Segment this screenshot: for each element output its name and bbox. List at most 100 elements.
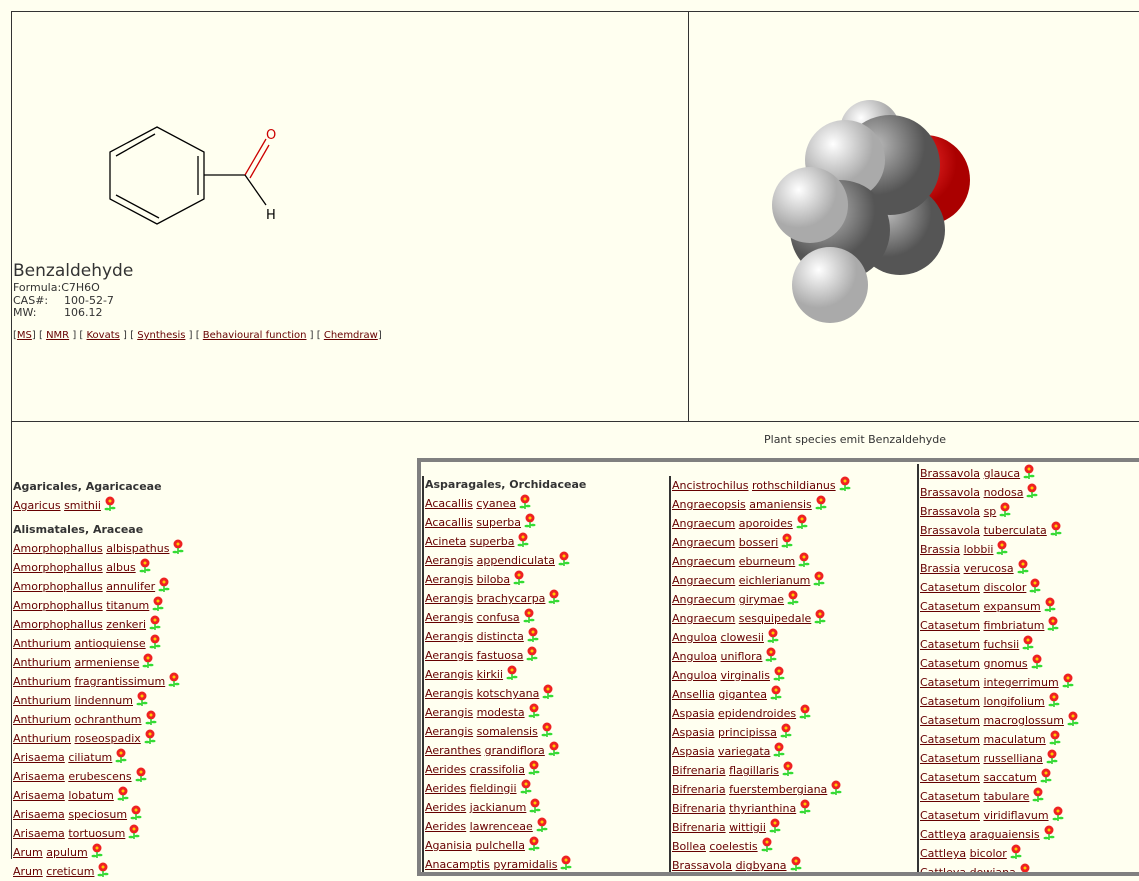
genus-link[interactable]: Bifrenaria [672, 802, 726, 815]
genus-link[interactable]: Aerangis [425, 687, 473, 700]
species-link[interactable]: longifolium [983, 695, 1044, 708]
species-link[interactable]: roseospadix [75, 732, 141, 745]
species-link[interactable]: amaniensis [749, 498, 811, 511]
genus-link[interactable]: Catasetum [920, 638, 980, 651]
genus-link[interactable]: Catasetum [920, 657, 980, 670]
genus-link[interactable]: Catasetum [920, 619, 980, 632]
species-link[interactable]: albus [106, 561, 135, 574]
genus-link[interactable]: Agaricus [13, 499, 61, 512]
species-link[interactable]: erubescens [68, 770, 131, 783]
species-link[interactable]: kirkii [477, 668, 503, 681]
genus-link[interactable]: Amorphophallus [13, 580, 103, 593]
species-link[interactable]: variegata [718, 745, 770, 758]
species-link[interactable]: ochranthum [75, 713, 142, 726]
species-link[interactable]: verucosa [964, 562, 1014, 575]
genus-link[interactable]: Catasetum [920, 600, 980, 613]
genus-link[interactable]: Cattleya [920, 828, 966, 841]
species-link[interactable]: superba [470, 535, 515, 548]
species-link[interactable]: smithii [64, 499, 101, 512]
species-link[interactable]: confusa [477, 611, 520, 624]
genus-link[interactable]: Catasetum [920, 771, 980, 784]
genus-link[interactable]: Brassavola [920, 467, 980, 480]
genus-link[interactable]: Aerangis [425, 649, 473, 662]
species-link[interactable]: tuberculata [984, 524, 1047, 537]
genus-link[interactable]: Aerides [425, 801, 466, 814]
species-link[interactable]: titanum [106, 599, 149, 612]
genus-link[interactable]: Arisaema [13, 808, 65, 821]
species-link[interactable]: wittigii [729, 821, 766, 834]
species-link[interactable]: gigantea [718, 688, 767, 701]
link-chemdraw[interactable]: Chemdraw [324, 330, 378, 341]
species-link[interactable]: speciosum [68, 808, 127, 821]
genus-link[interactable]: Anguloa [672, 669, 717, 682]
species-link[interactable]: cyanea [476, 497, 516, 510]
genus-link[interactable]: Anthurium [13, 637, 71, 650]
species-link[interactable]: digbyana [736, 859, 787, 872]
genus-link[interactable]: Angraecum [672, 574, 735, 587]
genus-link[interactable]: Amorphophallus [13, 542, 103, 555]
species-link[interactable]: grandiflora [485, 744, 545, 757]
genus-link[interactable]: Aerangis [425, 725, 473, 738]
genus-link[interactable]: Cattleya [920, 847, 966, 860]
species-link[interactable]: lobbii [964, 543, 994, 556]
species-link[interactable]: biloba [477, 573, 511, 586]
genus-link[interactable]: Brassia [920, 562, 960, 575]
genus-link[interactable]: Amorphophallus [13, 561, 103, 574]
genus-link[interactable]: Aerangis [425, 668, 473, 681]
genus-link[interactable]: Acacallis [425, 516, 473, 529]
genus-link[interactable]: Arisaema [13, 751, 65, 764]
link-ms[interactable]: MS [17, 330, 32, 341]
genus-link[interactable]: Arisaema [13, 789, 65, 802]
species-link[interactable]: russelliana [983, 752, 1042, 765]
species-link[interactable]: principissa [718, 726, 777, 739]
species-link[interactable]: aporoides [739, 517, 793, 530]
genus-link[interactable]: Aerides [425, 782, 466, 795]
species-link[interactable]: antioquiense [75, 637, 146, 650]
species-link[interactable]: kotschyana [477, 687, 540, 700]
genus-link[interactable]: Brassavola [672, 859, 732, 872]
species-link[interactable]: fuchsii [983, 638, 1019, 651]
species-link[interactable]: coelestis [709, 840, 757, 853]
genus-link[interactable]: Angraecum [672, 612, 735, 625]
species-link[interactable]: fastuosa [477, 649, 524, 662]
genus-link[interactable]: Arisaema [13, 827, 65, 840]
species-link[interactable]: fragrantissimum [75, 675, 166, 688]
species-link[interactable]: appendiculata [477, 554, 555, 567]
species-link[interactable]: modesta [477, 706, 525, 719]
species-link[interactable]: brachycarpa [477, 592, 546, 605]
genus-link[interactable]: Catasetum [920, 733, 980, 746]
species-link[interactable]: bicolor [970, 847, 1007, 860]
genus-link[interactable]: Catasetum [920, 752, 980, 765]
genus-link[interactable]: Aganisia [425, 839, 472, 852]
species-link[interactable]: flagillaris [729, 764, 779, 777]
genus-link[interactable]: Bifrenaria [672, 764, 726, 777]
species-link[interactable]: sp [984, 505, 997, 518]
genus-link[interactable]: Anguloa [672, 650, 717, 663]
species-link[interactable]: zenkeri [106, 618, 146, 631]
species-link[interactable]: lawrenceae [470, 820, 533, 833]
species-link[interactable]: jackianum [470, 801, 527, 814]
genus-link[interactable]: Angraecum [672, 517, 735, 530]
genus-link[interactable]: Catasetum [920, 790, 980, 803]
species-link[interactable]: tabulare [983, 790, 1029, 803]
genus-link[interactable]: Anthurium [13, 675, 71, 688]
species-link[interactable]: saccatum [983, 771, 1036, 784]
genus-link[interactable]: Anacamptis [425, 858, 490, 871]
genus-link[interactable]: Anthurium [13, 732, 71, 745]
species-link[interactable]: clowesii [720, 631, 763, 644]
genus-link[interactable]: Angraecopsis [672, 498, 746, 511]
species-link[interactable]: albispathus [106, 542, 169, 555]
species-link[interactable]: tortuosum [68, 827, 125, 840]
genus-link[interactable]: Anguloa [672, 631, 717, 644]
species-link[interactable]: crassifolia [470, 763, 525, 776]
genus-link[interactable]: Aeranthes [425, 744, 481, 757]
genus-link[interactable]: Catasetum [920, 676, 980, 689]
genus-link[interactable]: Aerangis [425, 706, 473, 719]
genus-link[interactable]: Aerides [425, 763, 466, 776]
species-link[interactable]: epidendroides [718, 707, 796, 720]
genus-link[interactable]: Brassavola [920, 505, 980, 518]
species-link[interactable]: nodosa [984, 486, 1024, 499]
species-link[interactable]: uniflora [720, 650, 762, 663]
species-link[interactable]: gnomus [983, 657, 1027, 670]
genus-link[interactable]: Angraecum [672, 593, 735, 606]
